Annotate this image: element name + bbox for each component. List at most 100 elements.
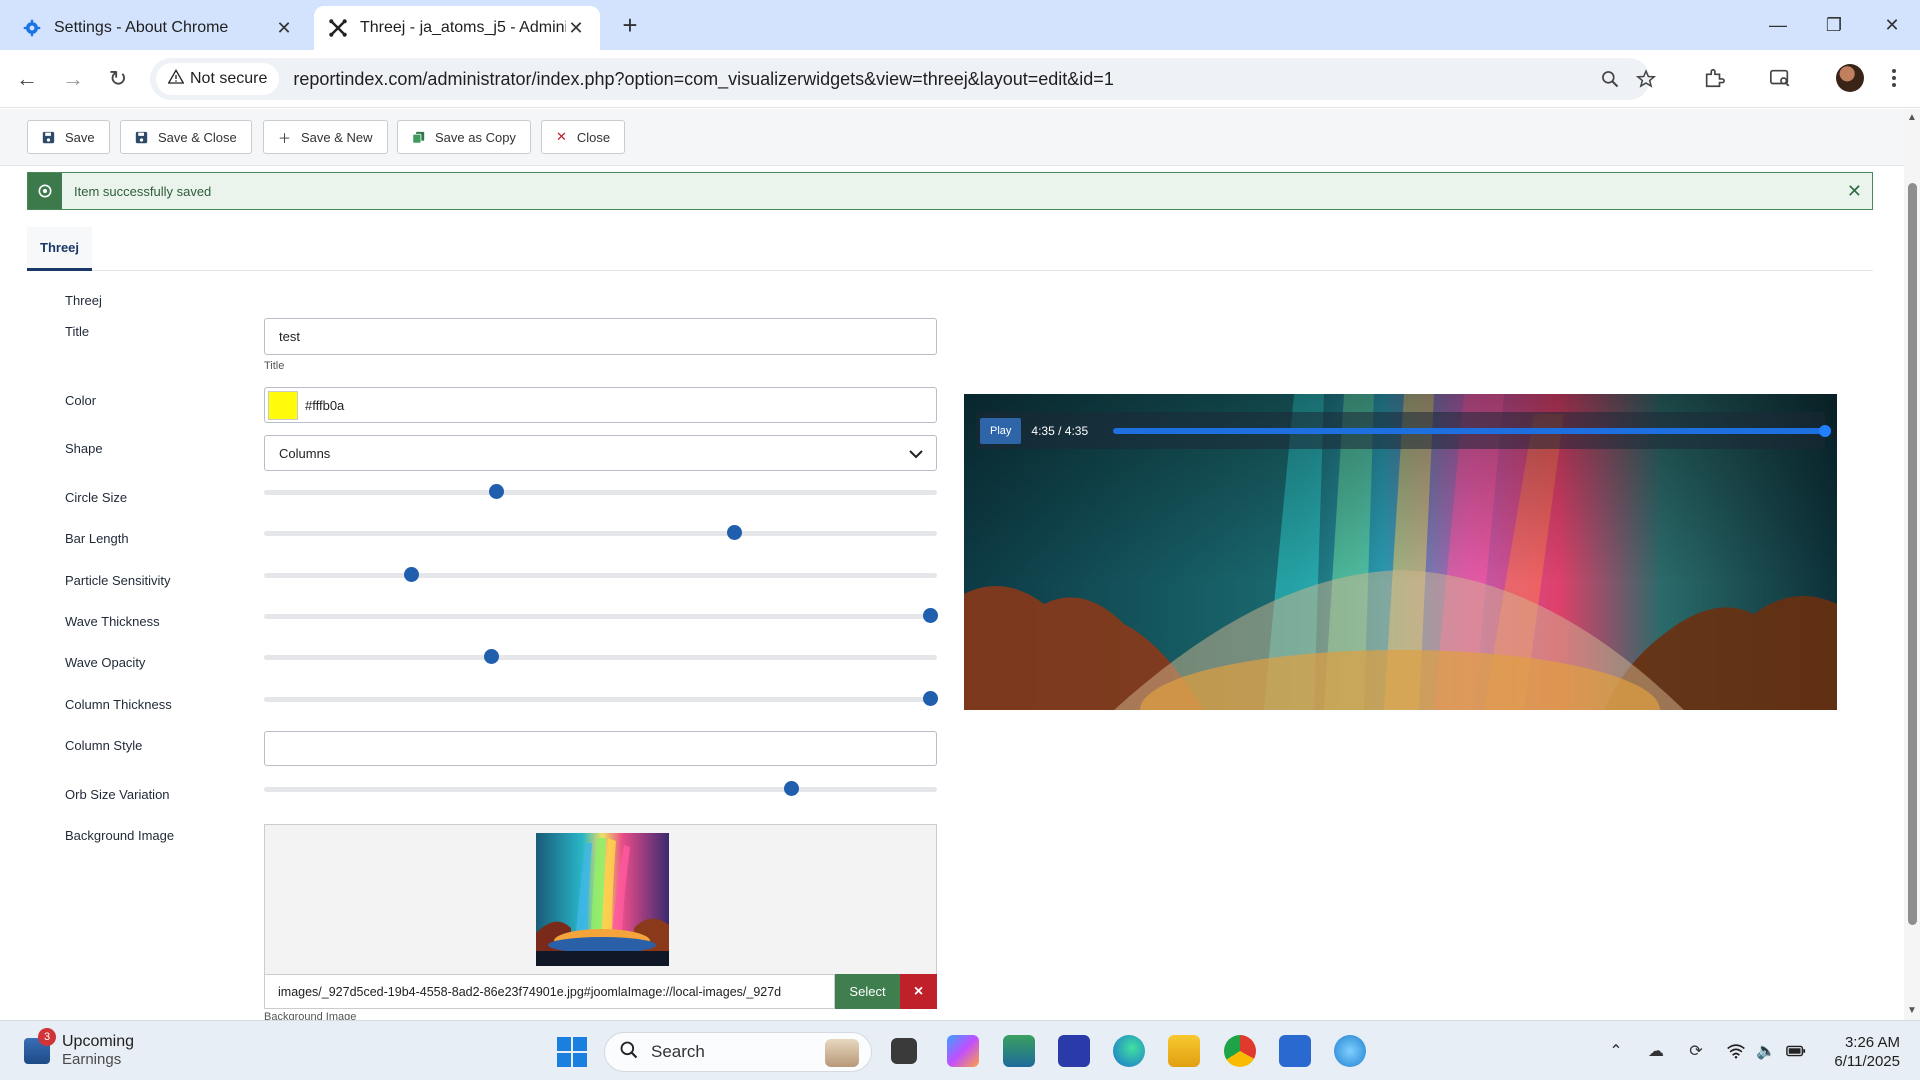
joomla-icon [328,18,348,38]
news-widget[interactable]: 3 Upcoming Earnings [24,1028,184,1073]
form-tabs: Threej [27,227,1873,271]
close-label: Close [576,129,611,145]
sync-icon[interactable]: ⟳ [1684,1039,1708,1063]
profile-avatar[interactable] [1836,64,1864,92]
close-icon[interactable]: ✕ [274,18,294,38]
search-icon [619,1040,639,1065]
tab-threej-form[interactable]: Threej [27,227,93,271]
wifi-icon[interactable] [1724,1039,1748,1063]
title-label: Title [65,324,90,339]
column-thickness-slider[interactable] [264,691,939,707]
back-icon[interactable]: ← [12,64,42,94]
browser-tabstrip: Settings - About Chrome ✕ Threej - ja_at… [0,0,1920,50]
color-label: Color [65,393,97,408]
menu-kebab-icon[interactable] [1880,64,1908,92]
shape-label: Shape [65,441,103,456]
save-new-label: Save & New [301,129,373,145]
save-button[interactable]: Save [27,120,110,154]
system-clock[interactable]: 3:26 AM 6/11/2025 [1816,1033,1900,1071]
tab-settings[interactable]: Settings - About Chrome ✕ [8,6,308,50]
teams-icon[interactable] [1003,1035,1035,1067]
slider-thumb[interactable] [489,484,505,499]
fountain-thumbnail [536,833,669,966]
restore-icon[interactable]: ❐ [1814,10,1854,40]
progress-knob[interactable] [1819,425,1831,437]
orb-size-slider[interactable] [264,781,937,797]
window-close-icon[interactable]: ✕ [1872,10,1912,40]
visualizer-preview[interactable]: Play 4:35 / 4:35 [964,394,1837,710]
paint-icon[interactable] [1334,1035,1366,1067]
save-new-button[interactable]: ＋ Save & New [263,120,388,154]
chrome-icon[interactable] [1224,1035,1256,1067]
close-icon[interactable]: ✕ [566,18,586,38]
chevron-down-icon [906,444,926,464]
slider-thumb[interactable] [726,525,742,540]
address-bar[interactable]: Not secure reportindex.com/administrator… [150,58,1656,100]
color-swatch[interactable] [268,390,298,420]
zoom-icon[interactable] [1598,67,1622,91]
task-view-icon[interactable] [891,1038,917,1064]
slider-thumb[interactable] [783,781,799,796]
tab-threej[interactable]: Threej - ja_atoms_j5 - Administrator ✕ [314,6,600,50]
save-as-copy-button[interactable]: Save as Copy [397,120,531,154]
wave-thickness-slider[interactable] [264,608,939,624]
color-field[interactable]: #fffb0a [264,387,937,423]
scroll-up-icon[interactable]: ▲ [1907,113,1917,123]
scroll-down-icon[interactable]: ▼ [1907,1006,1917,1016]
close-button[interactable]: ✕ Close [541,120,626,154]
taskbar-search[interactable]: Search [604,1032,872,1072]
edge-icon[interactable] [1113,1035,1145,1067]
onedrive-icon[interactable]: ☁ [1644,1039,1668,1063]
column-style-field[interactable] [264,731,937,766]
title-field[interactable]: test [264,318,937,355]
scroll-thumb[interactable] [1908,183,1917,925]
circle-size-slider[interactable] [264,484,937,500]
save-close-label: Save & Close [158,129,237,145]
battery-icon[interactable] [1784,1039,1808,1063]
visual-studio-icon[interactable] [1058,1035,1090,1067]
volume-icon[interactable]: 🔈 [1754,1039,1778,1063]
clear-image-button[interactable]: × [900,974,937,1009]
tab-title: Settings - About Chrome [54,19,229,36]
column-style-label: Column Style [65,738,143,753]
notification-badge: 3 [38,1028,56,1046]
form-panel: Threej Title test Title Color #fffb0a Sh… [27,271,1873,1020]
background-image-path[interactable]: images/_927d5ced-19b4-4558-8ad2-86e23f74… [264,974,835,1009]
file-explorer-icon[interactable] [1168,1035,1200,1067]
player-progress-bar[interactable] [1113,425,1831,437]
url-text[interactable]: reportindex.com/administrator/index.php?… [293,69,1113,90]
play-button[interactable]: Play [980,417,1022,444]
notepad-icon[interactable] [1279,1035,1311,1067]
wave-opacity-label: Wave Opacity [65,655,146,670]
extensions-icon[interactable] [1700,64,1728,92]
page-scrollbar[interactable]: ▲ ▼ [1904,109,1920,1020]
background-image-help: Background Image [264,1011,357,1020]
search-highlight-icon [825,1039,859,1067]
windows-start-icon[interactable] [557,1037,587,1067]
security-chip[interactable]: Not secure [156,63,280,95]
copy-icon [412,131,425,144]
clock-date: 6/11/2025 [1834,1053,1900,1070]
save-close-button[interactable]: Save & Close [120,120,252,154]
bookmark-star-icon[interactable] [1634,67,1658,91]
slider-thumb[interactable] [923,608,939,623]
slider-thumb[interactable] [403,567,419,582]
clock-time: 3:26 AM [1844,1034,1900,1051]
wave-thickness-label: Wave Thickness [65,614,160,629]
bar-length-slider[interactable] [264,525,937,541]
shape-select[interactable]: Columns [264,435,937,471]
reload-icon[interactable]: ↻ [103,64,133,94]
chevron-up-icon[interactable]: ⌃ [1604,1039,1628,1063]
slider-thumb[interactable] [923,691,939,706]
minimize-icon[interactable]: — [1758,10,1798,40]
new-tab-button[interactable]: + [616,12,644,40]
wave-opacity-slider[interactable] [264,649,937,665]
slider-thumb[interactable] [483,649,499,664]
column-thickness-label: Column Thickness [65,697,172,712]
alert-close-icon[interactable]: ✕ [1847,181,1862,202]
tab-search-icon[interactable] [1766,64,1794,92]
select-image-button[interactable]: Select [835,974,900,1009]
forward-icon[interactable]: → [58,64,88,94]
particle-sensitivity-slider[interactable] [264,567,937,583]
copilot-icon[interactable] [947,1035,979,1067]
